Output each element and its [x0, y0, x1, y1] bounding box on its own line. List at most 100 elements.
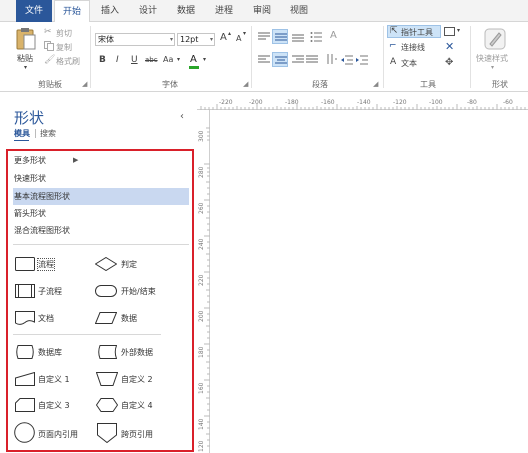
paragraph-launcher-icon[interactable]: ◢ [373, 80, 378, 88]
ruler-label: -160 [321, 99, 335, 106]
clipboard-group-label: 剪贴板 [38, 80, 62, 89]
clipboard-launcher-icon[interactable]: ◢ [82, 80, 87, 88]
bold-button[interactable]: B [99, 55, 106, 65]
ruler-label: -80 [467, 99, 477, 106]
ruler-label: -180 [285, 99, 299, 106]
close-tool-icon[interactable]: ✕ [445, 40, 454, 53]
quick-styles-label[interactable]: 快速样式 [476, 53, 508, 64]
font-launcher-icon[interactable]: ◢ [243, 80, 248, 88]
ruler-label: 220 [198, 274, 205, 286]
format-painter-icon[interactable]: 🖌 [44, 55, 55, 65]
shapes-pane-title: 形状 [14, 109, 45, 127]
font-color-dropdown-icon[interactable]: ▾ [203, 56, 206, 63]
grow-font-button[interactable]: A [220, 32, 227, 43]
tab-process[interactable]: 进程 [210, 0, 238, 22]
bullets-icon[interactable] [310, 31, 322, 46]
ruler-label: 120 [198, 440, 205, 452]
justify-icon[interactable] [306, 55, 318, 68]
paragraph-group-label: 段落 [312, 80, 328, 89]
divider [470, 26, 471, 88]
drawing-canvas[interactable] [211, 111, 528, 453]
ruler-label: 200 [198, 310, 205, 322]
tools-group-label: 工具 [420, 80, 436, 89]
divider [251, 26, 252, 88]
align-middle-button[interactable] [272, 29, 288, 44]
shape-styles-group-label: 形状 [492, 80, 508, 89]
rectangle-tool-icon[interactable] [444, 27, 455, 39]
text-rotate-icon[interactable]: A [330, 30, 337, 41]
quick-styles-icon[interactable] [484, 28, 506, 55]
align-top-icon[interactable] [258, 32, 270, 45]
change-case-button[interactable]: Aa [163, 55, 173, 64]
ruler-label: 280 [198, 166, 205, 178]
text-direction-icon[interactable] [325, 53, 337, 68]
ribbon: 粘贴 ▾ ✂ 剪切 复制 🖌 格式刷 剪贴板 ◢ 宋体 ▾ 12pt ▾ A ▴ A… [0, 22, 528, 92]
ruler-label: -60 [503, 99, 513, 106]
format-painter-label[interactable]: 格式刷 [56, 56, 80, 67]
ruler-label: -200 [249, 99, 263, 106]
ruler-label: 240 [198, 238, 205, 250]
cut-icon[interactable]: ✂ [44, 27, 52, 37]
quick-styles-dropdown-icon[interactable]: ▾ [491, 64, 494, 71]
ruler-label: 260 [198, 202, 205, 214]
pointer-tool-label[interactable]: 指针工具 [401, 27, 433, 38]
pointer-icon: ⇱ [390, 26, 398, 36]
strikethrough-button[interactable]: abc [145, 56, 158, 64]
divider [90, 26, 91, 88]
tab-search[interactable]: 搜索 [40, 128, 56, 139]
change-case-dropdown-icon[interactable]: ▾ [177, 56, 180, 63]
tab-stencils[interactable]: 模具 [14, 128, 30, 139]
underline-button[interactable]: U [131, 55, 138, 65]
shrink-font-button[interactable]: A [236, 34, 241, 43]
divider [35, 129, 36, 138]
grow-font-arrow-icon: ▴ [228, 30, 232, 37]
ruler-label: 180 [198, 346, 205, 358]
highlight-frame [6, 149, 194, 452]
align-center-button[interactable] [272, 52, 288, 67]
connector-label[interactable]: 连接线 [401, 42, 425, 53]
tab-insert[interactable]: 插入 [96, 0, 124, 22]
ruler-label: -120 [393, 99, 407, 106]
font-color-swatch [189, 66, 199, 69]
tab-home[interactable]: 开始 [54, 0, 90, 23]
copy-label[interactable]: 复制 [56, 42, 72, 53]
font-group-label: 字体 [162, 80, 178, 89]
font-size-select[interactable]: 12pt ▾ [177, 33, 215, 46]
align-bottom-icon[interactable] [292, 32, 304, 45]
ribbon-gap [0, 92, 528, 99]
ruler-label: 140 [198, 418, 205, 430]
ruler-label: -140 [357, 99, 371, 106]
ruler-label: -220 [219, 99, 233, 106]
collapse-pane-icon[interactable]: ‹ [180, 111, 184, 122]
text-tool-label[interactable]: 文本 [401, 58, 417, 69]
connection-point-icon[interactable]: ✥ [445, 57, 453, 68]
font-family-select[interactable]: 宋体 ▾ [95, 33, 175, 46]
ruler-label: -100 [429, 99, 443, 106]
tab-data[interactable]: 数据 [172, 0, 200, 22]
increase-indent-icon[interactable] [356, 55, 368, 68]
paste-icon[interactable] [15, 27, 37, 54]
ruler-label: 160 [198, 382, 205, 394]
cut-label[interactable]: 剪切 [56, 28, 72, 39]
rectangle-tool-dropdown-icon[interactable]: ▾ [457, 27, 460, 34]
tab-design[interactable]: 设计 [134, 0, 162, 22]
horizontal-ruler[interactable]: -220 -200 -180 -160 -140 -120 -100 -80 -… [197, 99, 528, 110]
text-tool-icon: A [390, 57, 397, 67]
tab-review[interactable]: 审阅 [248, 0, 276, 22]
active-tab-indicator [14, 140, 29, 141]
shrink-font-arrow-icon: ▾ [243, 30, 247, 37]
ruler-label: 300 [198, 130, 205, 142]
font-color-button[interactable]: A [190, 54, 197, 65]
paste-dropdown-icon[interactable]: ▾ [24, 64, 27, 71]
vertical-ruler[interactable]: 300 280 260 240 220 200 180 160 140 120 [197, 110, 210, 453]
align-left-icon[interactable] [258, 55, 270, 68]
decrease-indent-icon[interactable] [341, 55, 353, 68]
tab-file[interactable]: 文件 [16, 0, 52, 22]
italic-button[interactable]: I [116, 55, 119, 65]
connector-icon: ⌐ [389, 41, 397, 51]
copy-icon[interactable] [44, 41, 54, 54]
ribbon-tab-bar: 文件 开始 插入 设计 数据 进程 审阅 视图 [0, 0, 528, 23]
align-right-icon[interactable] [292, 55, 304, 68]
paste-label[interactable]: 粘贴 [17, 53, 33, 64]
tab-view[interactable]: 视图 [285, 0, 313, 22]
